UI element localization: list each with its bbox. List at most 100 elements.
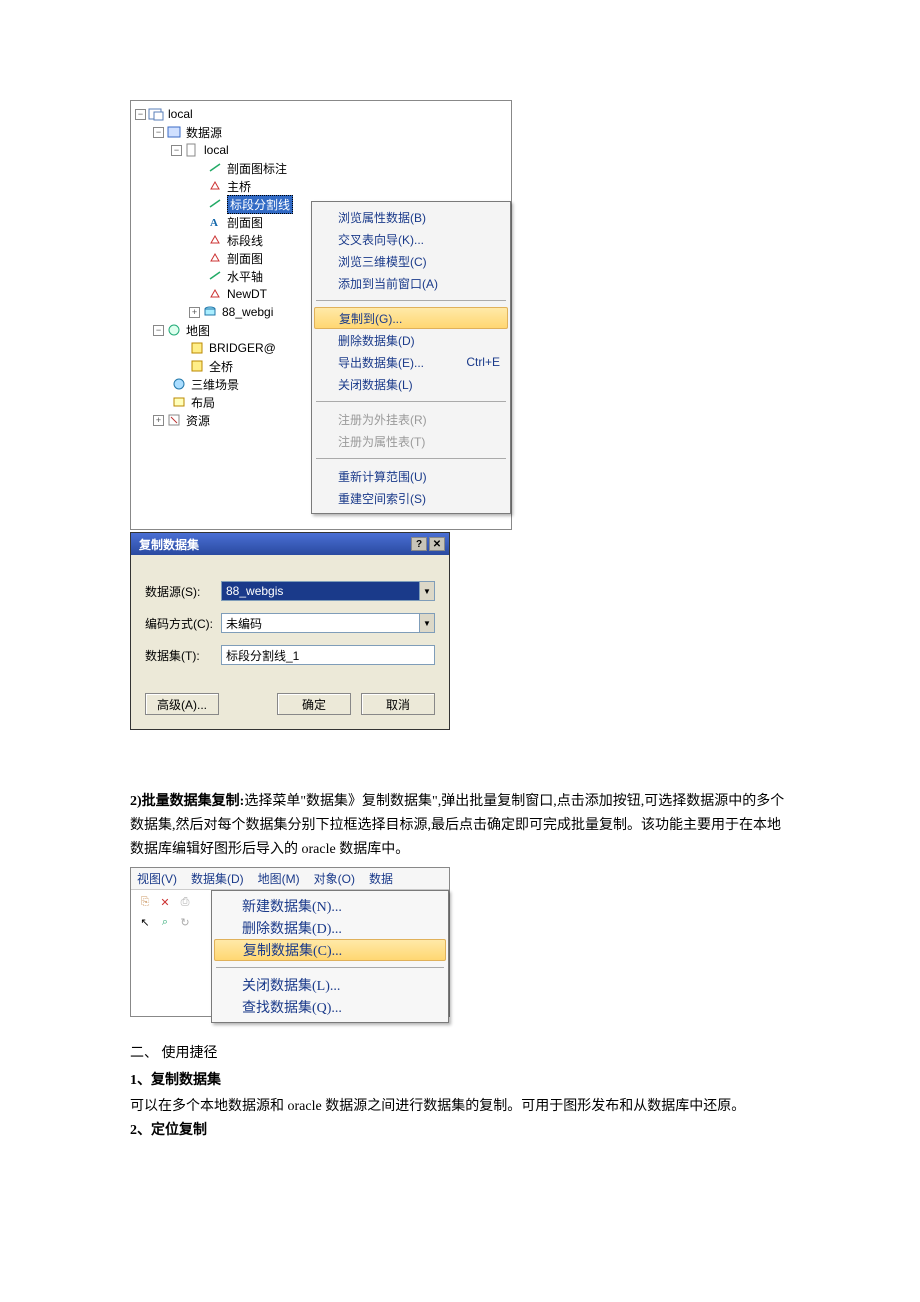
tree-node[interactable]: 全桥 [209,358,233,375]
tree-context-screenshot: −local −数据源 −local 剖面图标注 主桥 标段分割线 A剖面图 标… [130,100,512,530]
workspace-tree[interactable]: −local −数据源 −local 剖面图标注 主桥 标段分割线 A剖面图 标… [131,101,311,529]
region-dataset-icon [207,286,223,302]
tree-node[interactable]: 剖面图 [227,214,263,231]
encoding-value: 未编码 [221,613,419,633]
tree-node[interactable]: 88_webgi [222,305,273,319]
tree-node[interactable]: 布局 [191,394,215,411]
page-root: −local −数据源 −local 剖面图标注 主桥 标段分割线 A剖面图 标… [0,0,920,1205]
menu-map[interactable]: 地图(M) [258,870,300,887]
expand-icon[interactable]: + [189,307,200,318]
map-icon [189,340,205,356]
menu-browse-3d-model[interactable]: 浏览三维模型(C) [312,250,510,272]
delete-icon[interactable]: ✕ [157,894,173,910]
collapse-icon[interactable]: − [171,145,182,156]
ok-button[interactable]: 确定 [277,693,351,715]
tree-node[interactable]: NewDT [227,287,267,301]
refresh-icon[interactable]: ↻ [177,914,193,930]
menubar-screenshot: 视图(V) 数据集(D) 地图(M) 对象(O) 数据 ⎘ ✕ ⎙ ↖ ⌕ ↻ … [130,867,450,1017]
line-dataset-icon [207,160,223,176]
menu-register-attribute: 注册为属性表(T) [312,430,510,452]
db-datasource-icon [202,304,218,320]
help-button[interactable]: ? [411,537,427,551]
dataset-dropdown: 新建数据集(N)... 删除数据集(D)... 复制数据集(C)... 关闭数据… [211,890,449,1023]
context-menu: 浏览属性数据(B) 交叉表向导(K)... 浏览三维模型(C) 添加到当前窗口(… [311,201,511,514]
copy-icon[interactable]: ⎘ [137,894,153,910]
menu-close-dataset[interactable]: 关闭数据集(L) [312,373,510,395]
tree-node-resources[interactable]: 资源 [186,412,210,429]
label-datasource: 数据源(S): [145,583,221,600]
encoding-select[interactable]: 未编码 ▼ [221,613,435,633]
expand-icon[interactable]: + [153,415,164,426]
map-folder-icon [166,322,182,338]
pointer-icon[interactable]: ↖ [137,914,153,930]
tree-node-maps[interactable]: 地图 [186,322,210,339]
menu-add-to-window[interactable]: 添加到当前窗口(A) [312,272,510,294]
menu-dataset[interactable]: 数据集(D) [191,870,244,887]
tree-node-local-ds[interactable]: local [204,143,229,157]
region-dataset-icon [207,250,223,266]
line-dataset-icon [207,268,223,284]
menu-copy-to[interactable]: 复制到(G)... [314,307,508,329]
menu-recalculate-extent[interactable]: 重新计算范围(U) [312,465,510,487]
close-button[interactable]: ✕ [429,537,445,551]
menu-browse-attribute[interactable]: 浏览属性数据(B) [312,206,510,228]
menu-rebuild-spatial-index[interactable]: 重建空间索引(S) [312,487,510,509]
para-lead: 2)批量数据集复制: [130,794,244,809]
tree-node[interactable]: 标段线 [227,232,263,249]
menubar: 视图(V) 数据集(D) 地图(M) 对象(O) 数据 [131,868,449,890]
menu-export-dataset[interactable]: 导出数据集(E)...Ctrl+E [312,351,510,373]
advanced-button[interactable]: 高级(A)... [145,693,219,715]
dropdown-arrow-icon[interactable]: ▼ [419,613,435,633]
datasource-icon [184,142,200,158]
paragraph-batch-copy: 2)批量数据集复制:选择菜单"数据集》复制数据集",弹出批量复制窗口,点击添加按… [130,790,790,861]
menu-copy-dataset[interactable]: 复制数据集(C)... [214,939,446,961]
dialog-titlebar: 复制数据集 ? ✕ [131,533,449,555]
dialog-title: 复制数据集 [139,536,199,553]
section-item-1: 1、复制数据集 [130,1068,790,1095]
cancel-button[interactable]: 取消 [361,693,435,715]
dataset-name-input[interactable] [221,645,435,665]
tree-node[interactable]: 剖面图标注 [227,160,287,177]
menu-new-dataset[interactable]: 新建数据集(N)... [212,895,448,917]
label-encoding: 编码方式(C): [145,615,221,632]
datasource-select[interactable]: 88_webgis ▼ [221,581,435,601]
section-item-1-body: 可以在多个本地数据源和 oracle 数据源之间进行数据集的复制。可用于图形发布… [130,1095,790,1119]
collapse-icon[interactable]: − [135,109,146,120]
menu-delete-dataset[interactable]: 删除数据集(D) [312,329,510,351]
map-icon [189,358,205,374]
tree-node[interactable]: 三维场景 [191,376,239,393]
menu-find-dataset[interactable]: 查找数据集(Q)... [212,996,448,1018]
menu-cross-table-wizard[interactable]: 交叉表向导(K)... [312,228,510,250]
workspace-icon [148,106,164,122]
menu-separator [316,458,506,459]
tree-node[interactable]: BRIDGER@ [209,341,276,355]
tree-node[interactable]: 主桥 [227,178,251,195]
section-2-heading: 二、 使用捷径 [130,1041,790,1068]
tree-node-local[interactable]: local [168,107,193,121]
tree-node[interactable]: 水平轴 [227,268,263,285]
menu-data[interactable]: 数据 [369,870,393,887]
resource-icon [166,412,182,428]
tree-node-selected[interactable]: 标段分割线 [227,195,293,214]
paste-icon[interactable]: ⎙ [177,894,193,910]
zoom-icon[interactable]: ⌕ [157,914,173,930]
copy-dataset-dialog: 复制数据集 ? ✕ 数据源(S): 88_webgis ▼ 编码方式(C): 未… [130,532,450,730]
menu-register-external: 注册为外挂表(R) [312,408,510,430]
menu-close-dataset[interactable]: 关闭数据集(L)... [212,974,448,996]
menu-delete-dataset[interactable]: 删除数据集(D)... [212,917,448,939]
region-dataset-icon [207,232,223,248]
menu-separator [316,300,506,301]
svg-text:A: A [210,217,218,229]
tree-node-datasource[interactable]: 数据源 [186,124,222,141]
menu-object[interactable]: 对象(O) [314,870,355,887]
menu-view[interactable]: 视图(V) [137,870,177,887]
menu-shortcut: Ctrl+E [466,355,500,369]
section-item-2: 2、定位复制 [130,1118,790,1145]
collapse-icon[interactable]: − [153,325,164,336]
collapse-icon[interactable]: − [153,127,164,138]
tree-node[interactable]: 剖面图 [227,250,263,267]
datasource-value: 88_webgis [221,581,419,601]
layout-icon [171,394,187,410]
region-dataset-icon [207,178,223,194]
dropdown-arrow-icon[interactable]: ▼ [419,581,435,601]
